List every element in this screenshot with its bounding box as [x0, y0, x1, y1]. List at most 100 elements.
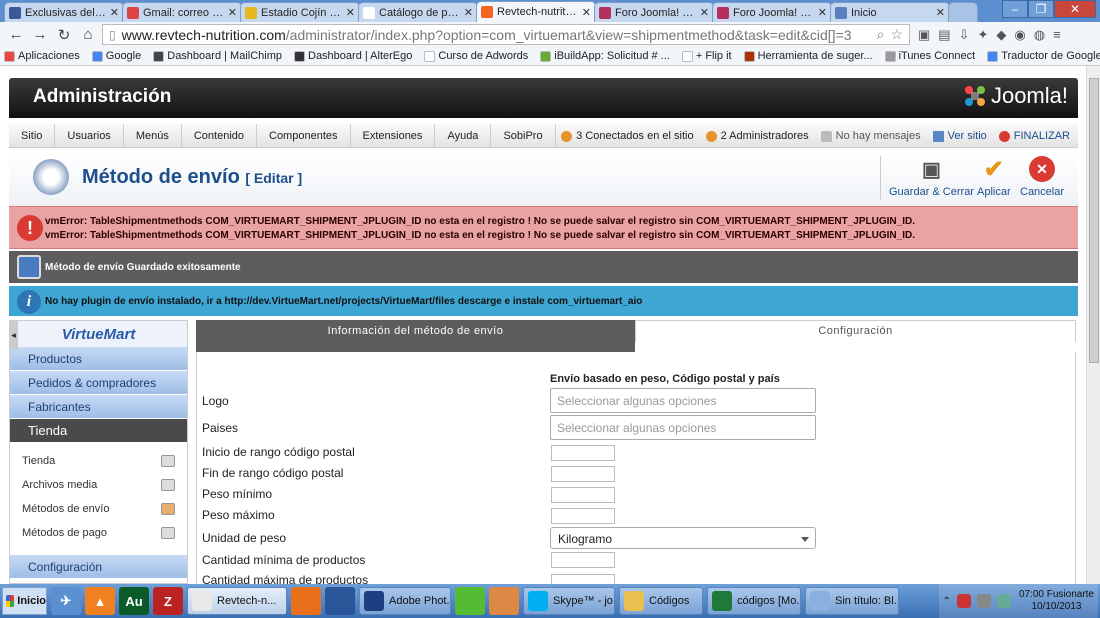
browser-tab[interactable]: Catálogo de product ✕	[358, 2, 478, 22]
sidebar-collapse-handle[interactable]: ◂	[9, 320, 18, 350]
close-tab-icon[interactable]: ✕	[582, 6, 591, 19]
weight-unit-select[interactable]: Kilogramo	[550, 527, 816, 549]
browser-tab[interactable]: Foro Joomla! y Wor ✕	[712, 2, 832, 22]
taskbar-item[interactable]: Adobe Phot...	[359, 587, 451, 615]
minimize-button[interactable]: –	[1002, 0, 1028, 18]
bookmark-item[interactable]: Google	[91, 50, 141, 62]
maximize-button[interactable]: ❐	[1028, 0, 1054, 18]
clock[interactable]: 07:00 Fusionarte 10/10/2013	[1019, 589, 1094, 613]
tray-icon[interactable]	[976, 594, 991, 608]
browser-tab[interactable]: Revtech-nutrition - ✕	[476, 1, 596, 22]
browser-tab[interactable]: Foro Joomla! y Wor ✕	[594, 2, 714, 22]
address-bar[interactable]: ▯ www.revtech-nutrition.com/administrato…	[102, 24, 910, 45]
close-tab-icon[interactable]: ✕	[464, 6, 473, 19]
close-tab-icon[interactable]: ✕	[818, 6, 827, 19]
search-icon[interactable]: ⌕	[877, 26, 885, 43]
network-icon[interactable]	[996, 594, 1011, 608]
menu-icon[interactable]: ≡	[1053, 27, 1061, 43]
close-tab-icon[interactable]: ✕	[110, 6, 119, 19]
close-tab-icon[interactable]: ✕	[700, 6, 709, 19]
browser-tab[interactable]: Inicio ✕	[830, 2, 950, 22]
browser-tab[interactable]: Exclusivas del Bebé ✕	[4, 2, 124, 22]
browser-tab[interactable]: Gmail: correo electr ✕	[122, 2, 242, 22]
bookmark-item[interactable]: Curso de Adwords	[424, 50, 528, 62]
close-tab-icon[interactable]: ✕	[228, 6, 237, 19]
filezilla-icon[interactable]: Z	[153, 587, 183, 615]
home-button[interactable]: ⌂	[78, 26, 98, 43]
bookmark-item[interactable]: Dashboard | AlterEgo	[294, 50, 412, 62]
extension-icon[interactable]: ✦	[978, 27, 989, 43]
menu-contenido[interactable]: Contenido	[182, 123, 257, 148]
sidebar-subitem-tienda[interactable]: Tienda	[10, 449, 187, 473]
extension-icon[interactable]: ◆	[996, 27, 1006, 43]
zip-end-input[interactable]	[551, 466, 615, 482]
browser-tab[interactable]: Estadio Cojín Del As ✕	[240, 2, 360, 22]
messages-status[interactable]: No hay mensajes	[820, 130, 921, 142]
new-tab-button[interactable]	[948, 2, 978, 22]
qty-max-input[interactable]	[551, 574, 615, 584]
menu-componentes[interactable]: Componentes	[257, 123, 351, 148]
menu-usuarios[interactable]: Usuarios	[55, 123, 124, 148]
sidebar-item-productos[interactable]: Productos	[10, 347, 187, 371]
taskbar-item[interactable]: Sin título: Bl...	[805, 587, 899, 615]
bookmark-item[interactable]: Aplicaciones	[4, 50, 80, 62]
taskbar-item[interactable]: Revtech-n...	[187, 587, 287, 615]
sidebar-item-configuracion[interactable]: Configuración	[10, 555, 187, 579]
weight-min-input[interactable]	[551, 487, 615, 503]
menu-sobipro[interactable]: SobiPro	[491, 123, 556, 148]
back-button[interactable]: ←	[6, 26, 26, 43]
audition-icon[interactable]: Au	[119, 587, 149, 615]
view-site-link[interactable]: Ver sitio	[932, 130, 987, 142]
tray-expand-icon[interactable]: ⌃	[943, 596, 951, 607]
taskbar-item[interactable]: Códigos	[619, 587, 703, 615]
extension-icon[interactable]: ▤	[938, 27, 950, 43]
cancel-button[interactable]: ✕ Cancelar	[1020, 156, 1064, 198]
qty-min-input[interactable]	[551, 552, 615, 568]
sidebar-subitem-envio[interactable]: Métodos de envío	[10, 497, 187, 521]
taskbar-item[interactable]: códigos [Mo...	[707, 587, 801, 615]
close-tab-icon[interactable]: ✕	[346, 6, 355, 19]
menu-sitio[interactable]: Sitio	[9, 123, 56, 148]
bookmark-item[interactable]: Traductor de Google	[987, 50, 1100, 62]
word-icon[interactable]	[325, 587, 355, 615]
media-player-icon[interactable]	[489, 587, 519, 615]
sidebar-subitem-pago[interactable]: Métodos de pago	[10, 521, 187, 545]
vlc-icon[interactable]: ▲	[85, 587, 115, 615]
menu-ayuda[interactable]: Ayuda	[435, 123, 492, 148]
close-window-button[interactable]: ✕	[1054, 0, 1096, 18]
countries-multiselect[interactable]: Seleccionar algunas opciones	[550, 415, 816, 440]
forward-button[interactable]: →	[30, 26, 50, 43]
quicklaunch-icon[interactable]: ✈	[51, 587, 81, 615]
bookmark-item[interactable]: iBuildApp: Solicitud # ...	[540, 50, 670, 62]
extension-icon[interactable]: ◍	[1034, 27, 1045, 43]
save-close-button[interactable]: ▣ Guardar & Cerrar	[889, 156, 974, 199]
scrollbar-thumb[interactable]	[1089, 78, 1099, 363]
bookmark-item[interactable]: Dashboard | MailChimp	[153, 50, 282, 62]
firefox-icon[interactable]	[291, 587, 321, 615]
sidebar-subitem-media[interactable]: Archivos media	[10, 473, 187, 497]
star-icon[interactable]: ☆	[890, 26, 903, 43]
tab-info[interactable]: Información del método de envío	[196, 320, 635, 352]
reload-button[interactable]: ↻	[54, 26, 74, 44]
picasa-icon[interactable]	[455, 587, 485, 615]
page-scrollbar[interactable]	[1086, 66, 1100, 584]
zip-start-input[interactable]	[551, 445, 615, 461]
taskbar-item[interactable]: Skype™ - jo...	[523, 587, 615, 615]
close-tab-icon[interactable]: ✕	[936, 6, 945, 19]
bookmark-item[interactable]: iTunes Connect	[884, 50, 975, 62]
logo-multiselect[interactable]: Seleccionar algunas opciones	[550, 388, 816, 413]
bookmark-item[interactable]: Herramienta de suger...	[743, 50, 873, 62]
extension-icon[interactable]: ▣	[918, 27, 930, 43]
sidebar-item-tienda[interactable]: Tienda	[10, 419, 187, 443]
bookmark-item[interactable]: + Flip it	[681, 50, 732, 62]
extension-icon[interactable]: ◉	[1014, 27, 1025, 43]
sidebar-item-pedidos[interactable]: Pedidos & compradores	[10, 371, 187, 395]
menu-menus[interactable]: Menús	[124, 123, 182, 148]
weight-max-input[interactable]	[551, 508, 615, 524]
apply-button[interactable]: ✔ Aplicar	[977, 156, 1011, 199]
tab-config[interactable]: Configuración	[635, 320, 1076, 342]
start-button[interactable]: Inicio	[2, 587, 47, 615]
menu-extensiones[interactable]: Extensiones	[351, 123, 436, 148]
extension-icon[interactable]: ⇩	[959, 27, 970, 43]
tray-icon[interactable]	[956, 594, 971, 608]
